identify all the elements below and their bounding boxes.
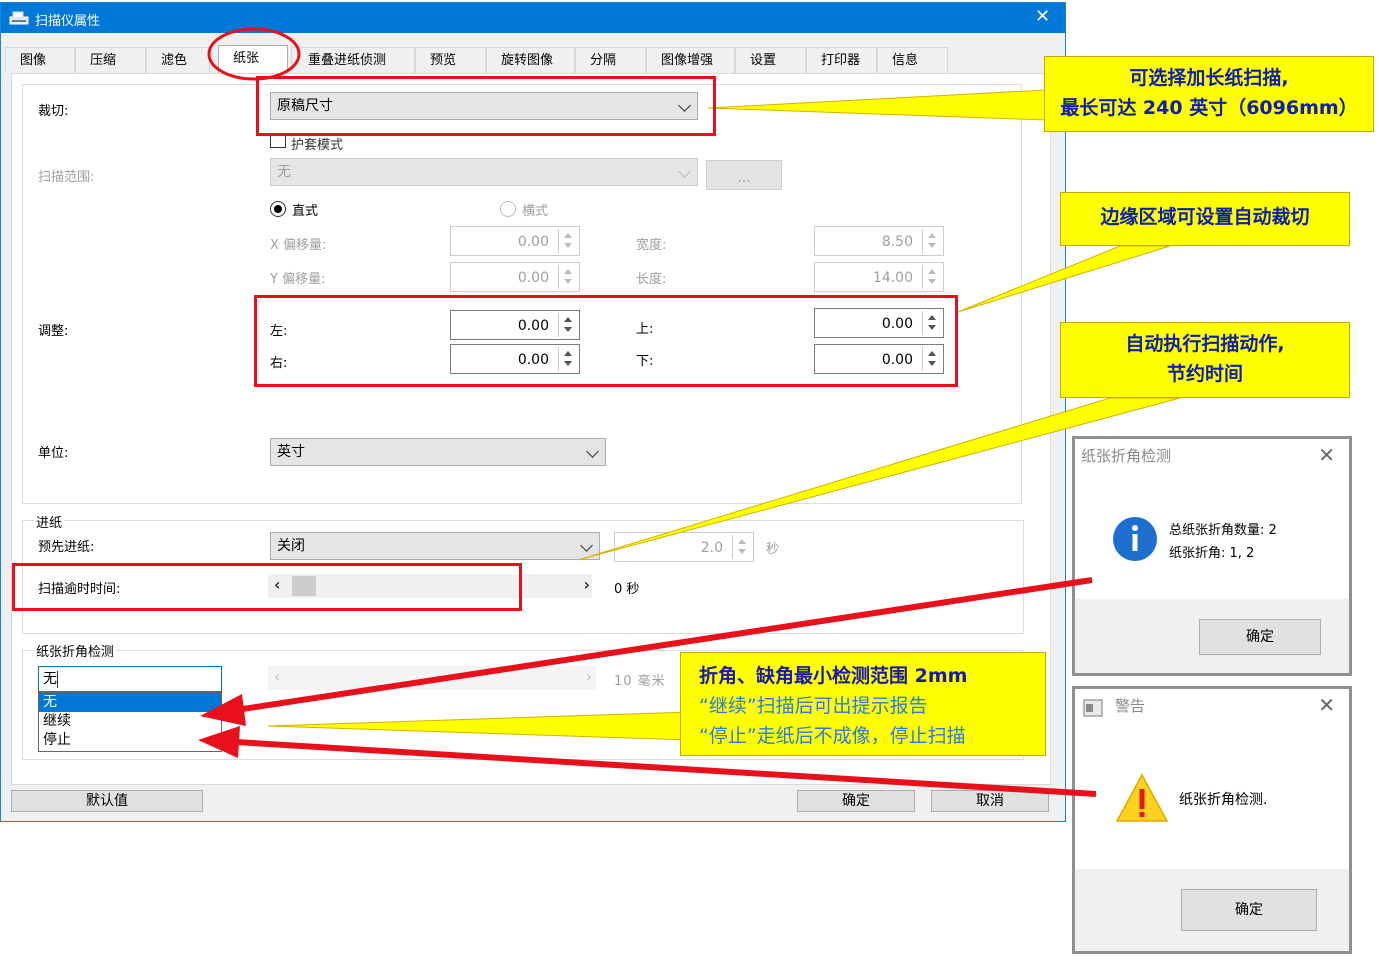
fold-detection-callout: 折角、缺角最小检测范围 2mm “继续”扫描后可出提示报告 “停止”走纸后不成像… [680,652,1046,756]
timeout-highlight-box [12,563,522,611]
long-paper-callout-line2: 最长可达 240 英寸（6096mm） [1060,97,1358,119]
arrow-head-icon [200,694,246,726]
auto-scan-callout-line2: 节约时间 [1166,363,1243,385]
edge-crop-callout: 边缘区域可设置自动裁切 [1060,192,1350,246]
auto-scan-pointer [577,397,1181,561]
annotation-overlay [198,27,1181,797]
long-paper-callout-line1: 可选择加长纸扫描, [1129,67,1289,89]
paper-tab-highlight-ellipse [207,27,301,81]
auto-scan-callout: 自动执行扫描动作, 节约时间 [1060,322,1350,398]
fold-callout-line1: 折角、缺角最小检测范围 2mm [699,665,968,687]
adjust-highlight-box [254,295,958,387]
auto-scan-callout-line1: 自动执行扫描动作, [1125,333,1285,355]
long-paper-callout: 可选择加长纸扫描, 最长可达 240 英寸（6096mm） [1044,56,1374,132]
fold-callout-pointer [267,711,691,741]
edge-crop-callout-text: 边缘区域可设置自动裁切 [1100,206,1310,228]
arrow-head-icon [198,726,240,758]
fold-callout-line2: “继续”扫描后可出提示报告 [699,695,928,717]
edge-crop-pointer [957,245,1171,313]
crop-highlight-box [256,76,716,136]
fold-callout-line3: “停止”走纸后不成像，停止扫描 [699,725,966,747]
long-paper-pointer [707,89,1047,121]
